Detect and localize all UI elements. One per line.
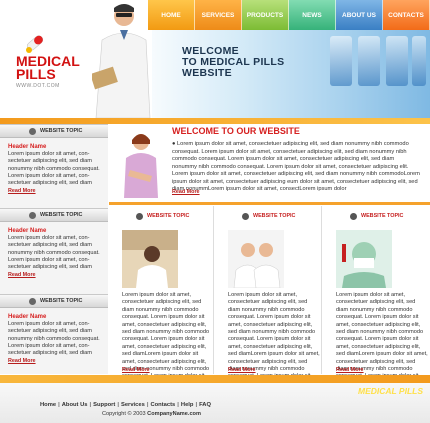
header: MEDICAL PILLS WWW.DOT.COM WELCOME TO MED… <box>0 0 430 118</box>
arrow-icon <box>350 212 357 220</box>
nav-products[interactable]: PRODUCTS <box>242 0 289 30</box>
footer-links: Home | About Us | Support | Services | C… <box>40 402 211 408</box>
section-divider <box>109 202 430 205</box>
nav-news[interactable]: NEWS <box>289 0 336 30</box>
side-header: Header Name <box>8 144 47 150</box>
read-more-link[interactable]: Read More <box>8 188 108 194</box>
copyright: Copyright © 2003 CompanyName.com <box>102 411 201 417</box>
banner-title: WELCOME TO MEDICAL PILLS WEBSITE <box>182 46 284 79</box>
footer-separator: | <box>195 402 198 408</box>
sidebar-block: WEBSITE TOPIC Header Name Lorem ipsum do… <box>0 124 108 194</box>
pill-logo-icon <box>26 35 44 53</box>
column-topic-title: WEBSITE TOPIC <box>361 213 404 219</box>
copyright-text: Copyright © 2003 <box>102 411 148 417</box>
read-more-link[interactable]: Read More <box>336 367 364 373</box>
column-topic-title: WEBSITE TOPIC <box>253 213 296 219</box>
test-tube-icon <box>358 36 380 86</box>
company-name: CompanyName.com <box>147 411 201 417</box>
topic-title: WEBSITE TOPIC <box>40 298 83 304</box>
logo-line2: PILLS <box>16 66 56 82</box>
footer-link-faq[interactable]: FAQ <box>199 402 211 408</box>
banner-line3: WEBSITE <box>182 67 232 79</box>
footer-bar <box>0 375 430 383</box>
read-more-link[interactable]: Read More <box>122 367 150 373</box>
column-1: WEBSITE TOPIC Lorem ipsum dolor sit amet… <box>110 206 214 379</box>
read-more-link[interactable]: Read More <box>172 189 200 195</box>
doctor-image <box>92 0 152 118</box>
nurse-image <box>124 134 158 198</box>
footer-separator: | <box>177 402 179 408</box>
main-body-text: Lorem ipsum dolor sit amet, consectetuer… <box>172 141 420 192</box>
main-nav: HOME SERVICES PRODUCTS NEWS ABOUT US CON… <box>148 0 430 30</box>
test-tube-icon <box>412 36 426 86</box>
pharmacist-image <box>122 230 178 288</box>
column-topic: WEBSITE TOPIC <box>324 206 430 226</box>
nav-services[interactable]: SERVICES <box>195 0 242 30</box>
footer-separator: | <box>89 402 92 408</box>
column-2: WEBSITE TOPIC Lorem ipsum dolor sit amet… <box>216 206 322 379</box>
topic-bar: WEBSITE TOPIC <box>0 124 108 138</box>
column-topic-title: WEBSITE TOPIC <box>147 213 190 219</box>
read-more-link[interactable]: Read More <box>228 367 256 373</box>
arrow-icon <box>136 212 143 220</box>
read-more-link[interactable]: Read More <box>8 272 108 278</box>
footer-link-home[interactable]: Home <box>40 402 56 408</box>
side-header: Header Name <box>8 314 47 320</box>
main-body: ● Lorem ipsum dolor sit amet, consectetu… <box>172 141 420 194</box>
arrow-icon <box>242 212 249 220</box>
column-3: WEBSITE TOPIC Lorem ipsum dolor sit amet… <box>324 206 430 379</box>
main-title: WELCOME TO OUR WEBSITE <box>172 126 300 136</box>
side-body: Lorem ipsum dolor sit amet, con-sectetue… <box>8 235 100 271</box>
footer-separator: | <box>58 402 60 408</box>
footer-link-support[interactable]: Support <box>93 402 115 408</box>
doctors-image <box>228 230 284 288</box>
test-tube-icon <box>330 36 352 86</box>
nav-about-us[interactable]: ABOUT US <box>336 0 383 30</box>
nav-contacts[interactable]: CONTACTS <box>383 0 430 30</box>
side-body: Lorem ipsum dolor sit amet, con-sectetue… <box>8 321 100 357</box>
topic-title: WEBSITE TOPIC <box>40 212 83 218</box>
arrow-icon <box>29 127 36 135</box>
topic-bar: WEBSITE TOPIC <box>0 208 108 222</box>
sidebar-block: WEBSITE TOPIC Header Name Lorem ipsum do… <box>0 208 108 278</box>
footer-link-contacts[interactable]: Contacts <box>150 402 175 408</box>
logo-url: WWW.DOT.COM <box>16 83 60 89</box>
column-topic: WEBSITE TOPIC <box>216 206 321 226</box>
footer-logo: MEDICAL PILLS <box>358 386 424 396</box>
logo-text: MEDICAL PILLS <box>16 54 80 82</box>
column-topic: WEBSITE TOPIC <box>110 206 213 226</box>
sidebar-block: WEBSITE TOPIC Header Name Lorem ipsum do… <box>0 294 108 364</box>
arrow-icon <box>29 297 36 305</box>
read-more-link[interactable]: Read More <box>8 358 108 364</box>
footer-link-help[interactable]: Help <box>181 402 194 408</box>
surgeon-image <box>336 230 392 288</box>
sidebar: WEBSITE TOPIC Header Name Lorem ipsum do… <box>0 124 108 374</box>
test-tube-icon <box>386 36 408 86</box>
side-header: Header Name <box>8 228 47 234</box>
footer-link-about-us[interactable]: About Us <box>62 402 88 408</box>
footer-separator: | <box>117 402 119 408</box>
side-body: Lorem ipsum dolor sit amet, con-sectetue… <box>8 151 100 187</box>
topic-bar: WEBSITE TOPIC <box>0 294 108 308</box>
topic-title: WEBSITE TOPIC <box>40 128 83 134</box>
footer <box>0 378 430 423</box>
footer-separator: | <box>146 402 149 408</box>
arrow-icon <box>29 211 36 219</box>
nav-home[interactable]: HOME <box>148 0 195 30</box>
footer-link-services[interactable]: Services <box>121 402 145 408</box>
